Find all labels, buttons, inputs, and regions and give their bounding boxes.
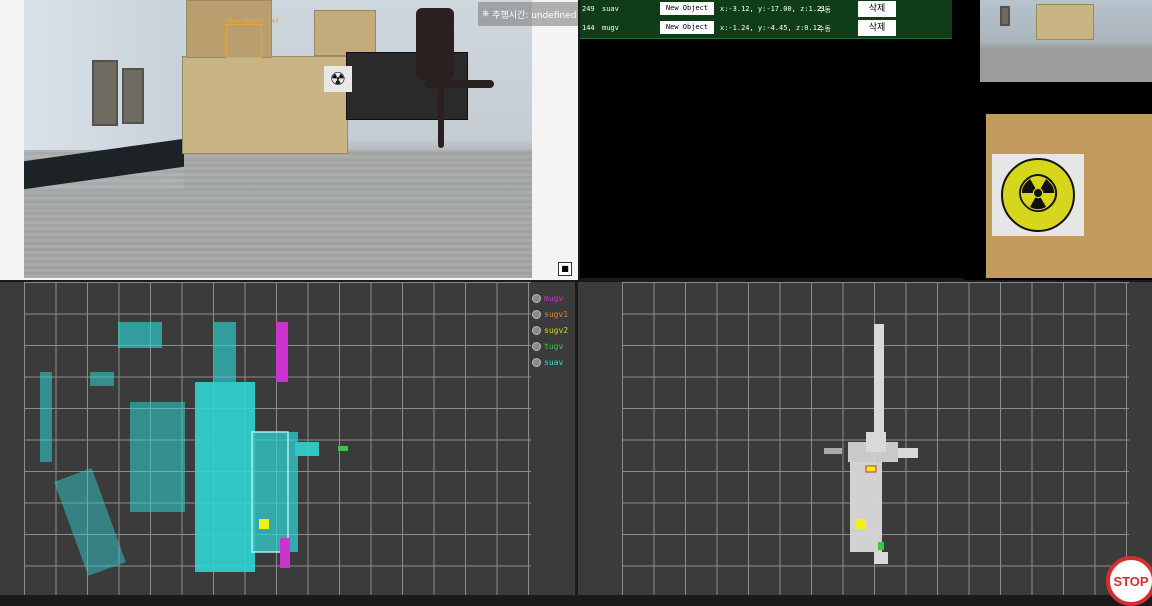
wall-frame — [92, 60, 118, 126]
object-name-field[interactable]: New Object — [660, 2, 714, 15]
stop-button[interactable]: STOP — [1106, 556, 1152, 606]
object-coords: x:-1.24, y:-4.45, z:0.12 — [720, 24, 822, 32]
driving-time-text: 주행시간: undefined — [492, 10, 577, 21]
camera-chair-leg — [438, 88, 444, 148]
camera-box — [314, 10, 376, 56]
legend-dot-icon — [532, 325, 541, 335]
radiation-sign-small: ☢ — [324, 66, 352, 92]
fullscreen-button[interactable]: ■ — [558, 262, 572, 276]
robot-trail-marker — [878, 542, 884, 550]
table-row: 144 mugv New Object x:-1.24, y:-4.45, z:… — [580, 19, 952, 39]
mugv-trajectory — [276, 322, 288, 382]
cloud-region — [40, 372, 52, 462]
fused-point-cloud — [40, 322, 348, 576]
side-camera-feed-top — [980, 0, 1152, 82]
steering-icon: ⎈ — [482, 9, 490, 19]
delete-button[interactable]: 삭제 — [858, 1, 896, 17]
cloud-region — [874, 552, 888, 564]
driving-time-overlay: ⎈ 주행시간: undefined — [478, 2, 578, 26]
radiation-icon: ☢ — [1014, 165, 1062, 225]
camera-cabinet — [1036, 4, 1094, 40]
legend-label: tugv — [544, 341, 564, 351]
detected-object-marker — [259, 519, 269, 529]
tugv-marker — [338, 446, 348, 451]
object-table-panel: 249 suav New Object x:-3.12, y:-17.00, z… — [580, 0, 964, 278]
detection-label: New Object 144 — [228, 18, 279, 25]
side-camera-panel: ☢ — [964, 0, 1152, 280]
wall-frame — [1000, 6, 1010, 26]
cloud-region — [898, 448, 918, 458]
cloud-region — [54, 468, 126, 576]
legend-dot-icon — [532, 293, 541, 303]
mugv-trajectory — [280, 538, 290, 568]
legend-dot-icon — [532, 357, 541, 367]
object-coords: x:-3.12, y:-17.00, z:1.21 — [720, 5, 826, 13]
stop-button-label: STOP — [1113, 574, 1149, 589]
cloud-region — [874, 324, 884, 444]
object-robot: mugv — [602, 24, 619, 32]
cloud-region — [195, 382, 255, 572]
radiation-sign-large: ☢ — [992, 154, 1084, 236]
detected-object-marker — [856, 519, 866, 529]
object-id: 249 — [582, 5, 595, 13]
radiation-icon: ☢ — [329, 68, 347, 90]
cloud-region — [90, 372, 114, 386]
cloud-region — [130, 402, 185, 512]
cloud-region — [214, 322, 236, 382]
legend-label: mugv — [544, 293, 564, 303]
legend-item[interactable]: sugv1 — [532, 306, 568, 322]
legend-label: sugv2 — [544, 325, 569, 335]
cloud-region — [824, 448, 842, 454]
side-camera-feed-bottom: ☢ — [986, 114, 1152, 278]
cloud-region — [848, 442, 898, 462]
main-camera-feed: ☢ New Object 144 — [24, 0, 532, 278]
object-mode: 수동 — [818, 25, 831, 33]
table-row: 249 suav New Object x:-3.12, y:-17.00, z… — [580, 0, 952, 20]
robot-legend: mugv sugv1 sugv2 tugv suav — [532, 290, 568, 370]
single-point-cloud — [824, 324, 918, 564]
object-id: 144 — [582, 24, 595, 32]
robot-position-marker — [865, 465, 877, 473]
detection-bounding-box — [226, 24, 262, 58]
delete-button[interactable]: 삭제 — [858, 20, 896, 36]
object-robot: suav — [602, 5, 619, 13]
legend-dot-icon — [532, 341, 541, 351]
camera-chair — [416, 8, 454, 80]
cloud-region — [295, 442, 319, 456]
legend-item[interactable]: sugv2 — [532, 322, 568, 338]
fused-map-panel[interactable]: mugv sugv1 sugv2 tugv suav — [0, 282, 575, 595]
single-robot-map-panel[interactable] — [578, 282, 1152, 595]
object-mode: 수동 — [818, 6, 831, 14]
wall-frame — [122, 68, 144, 124]
cloud-region — [118, 322, 162, 348]
legend-label: suav — [544, 357, 564, 367]
legend-item[interactable]: tugv — [532, 338, 568, 354]
legend-item[interactable]: mugv — [532, 290, 568, 306]
cloud-region — [850, 462, 882, 552]
object-name-field[interactable]: New Object — [660, 21, 714, 34]
main-camera-panel: ☢ New Object 144 ⎈ 주행시간: undefined ■ — [0, 0, 578, 280]
camera-chair-seat — [424, 80, 494, 88]
legend-item[interactable]: suav — [532, 354, 568, 370]
legend-label: sugv1 — [544, 309, 569, 319]
legend-dot-icon — [532, 309, 541, 319]
cloud-region — [250, 432, 298, 552]
